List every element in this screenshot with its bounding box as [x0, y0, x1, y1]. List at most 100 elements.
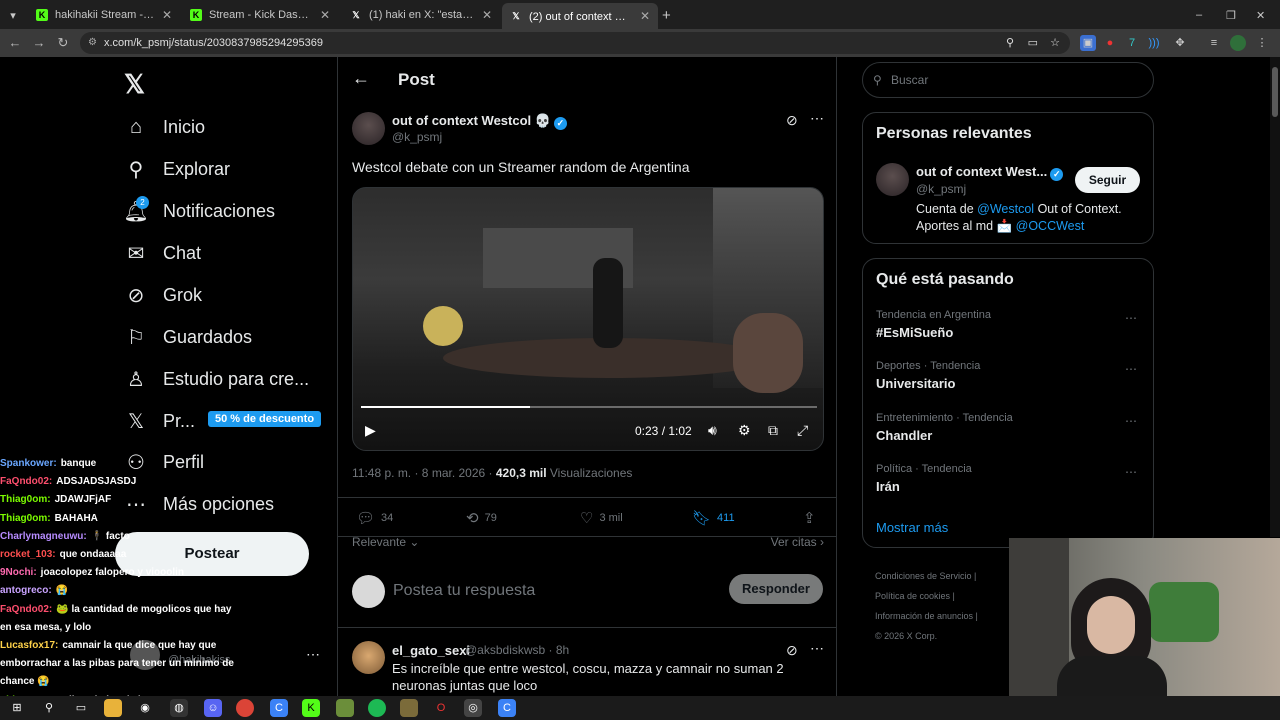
more-icon[interactable]: ⋯ [1125, 311, 1138, 325]
show-more-link[interactable]: Mostrar más [876, 520, 948, 535]
chat-username[interactable]: Lucasfox17: [0, 640, 58, 651]
extension-icon[interactable]: 7 [1124, 35, 1140, 51]
more-icon[interactable]: ⋯ [1125, 414, 1138, 428]
back-icon[interactable]: ← [6, 34, 24, 52]
footer-link[interactable]: Información de anuncios | [875, 606, 1010, 626]
avatar[interactable] [876, 163, 909, 196]
reply-submit-button[interactable]: Responder [729, 574, 823, 604]
app-icon[interactable]: C [270, 699, 288, 717]
spotify-icon[interactable] [368, 699, 386, 717]
bookmark-button[interactable]: 🔖︎ 411 [692, 509, 735, 527]
settings-gear-icon[interactable]: ⚙ [738, 422, 751, 439]
extension-icon[interactable]: ▣ [1080, 35, 1096, 51]
chat-username[interactable]: rocket_103: [0, 549, 56, 560]
repost-button[interactable]: ⟲ 79 [466, 509, 497, 527]
cast-icon[interactable]: ▭ [1028, 32, 1038, 54]
back-arrow-icon[interactable]: ← [352, 68, 370, 89]
trend-item[interactable]: Deportes · Tendencia Universitario ⋯ [876, 360, 1146, 404]
minimize-button[interactable]: – [1196, 4, 1212, 26]
browser-tab-4-active[interactable]: 𝕏 (2) out of context Westcol 💀 e ✕ [502, 3, 658, 29]
maximize-button[interactable]: ❐ [1226, 4, 1242, 26]
tab-search-button[interactable]: ▾ [4, 4, 22, 26]
author-name[interactable]: out of context Westcol 💀 ✓ [392, 113, 567, 130]
task-view-icon[interactable]: ▭ [72, 699, 90, 717]
nav-item-premium[interactable]: 𝕏 Pr... [124, 401, 195, 441]
extensions-puzzle-icon[interactable]: ✥ [1172, 35, 1188, 51]
footer-link[interactable]: Política de cookies | [875, 586, 1010, 606]
profile-avatar-icon[interactable] [1230, 35, 1246, 51]
more-icon[interactable]: ⋯ [1125, 465, 1138, 479]
author-handle[interactable]: @k_psmj [392, 130, 442, 144]
sort-dropdown[interactable]: Relevante ⌄ [352, 535, 419, 549]
forward-icon[interactable]: → [30, 34, 48, 52]
video-progress-bar[interactable] [361, 406, 817, 408]
reading-list-icon[interactable]: ≡ [1206, 35, 1222, 51]
minecraft-icon[interactable] [336, 699, 354, 717]
site-info-icon[interactable]: ⚙ [88, 32, 97, 54]
obs-icon[interactable]: ◍ [170, 699, 188, 717]
discord-icon[interactable]: ☺ [204, 699, 222, 717]
volume-icon[interactable]: 🔊︎ [708, 422, 717, 439]
trend-item[interactable]: Política · Tendencia Irán ⋯ [876, 463, 1146, 507]
reply-input[interactable]: Postea tu respuesta [393, 582, 535, 600]
video-player[interactable]: ▶ 0:23 / 1:02 🔊︎ ⚙ ⧉ ⤢ [352, 187, 824, 451]
chat-username[interactable]: Thiag0om: [0, 494, 51, 505]
more-icon[interactable]: ⋯ [810, 640, 825, 657]
file-explorer-icon[interactable] [104, 699, 122, 717]
opera-icon[interactable]: O [432, 699, 450, 717]
reply-button[interactable]: 💬︎ 34 [356, 509, 393, 527]
play-icon[interactable]: ▶ [365, 422, 376, 439]
nav-item-bookmarks[interactable]: ⚐ Guardados [124, 317, 252, 357]
bio-mention-link[interactable]: @OCCWest [1016, 219, 1085, 233]
browser-tab-3[interactable]: 𝕏 (1) haki en X: "esta lleno d strea ✕ [342, 4, 500, 26]
grok-icon[interactable]: ⊘ [786, 642, 798, 659]
trend-item[interactable]: Tendencia en Argentina #EsMiSueño ⋯ [876, 309, 1146, 353]
close-tab-icon[interactable]: ✕ [482, 8, 492, 22]
scrollbar-thumb[interactable] [1272, 67, 1278, 117]
chat-username[interactable]: 9Nochi: [0, 567, 37, 578]
fullscreen-icon[interactable]: ⤢ [797, 422, 808, 439]
browser-tab-2[interactable]: K Stream - Kick Dashboard ✕ [182, 4, 338, 26]
nav-item-home[interactable]: ⌂ Inicio [124, 107, 205, 147]
view-quotes-link[interactable]: Ver citas › [771, 535, 824, 549]
nav-item-chat[interactable]: ✉ Chat [124, 233, 201, 273]
app-icon[interactable]: C [498, 699, 516, 717]
more-icon[interactable]: ⋯ [1125, 362, 1138, 376]
nav-item-creator-studio[interactable]: ♙ Estudio para cre... [124, 359, 309, 399]
search-icon[interactable]: ⚲ [40, 699, 58, 717]
trend-item[interactable]: Entretenimiento · Tendencia Chandler ⋯ [876, 412, 1146, 456]
close-tab-icon[interactable]: ✕ [162, 8, 172, 22]
kick-icon[interactable]: K [302, 699, 320, 717]
zoom-icon[interactable]: ⚲ [1006, 32, 1014, 54]
picture-in-picture-icon[interactable]: ⧉ [768, 422, 778, 439]
follow-button[interactable]: Seguir [1075, 167, 1140, 193]
reply-item[interactable]: el_gato_sexi @aksbdiskwsb · 8h ⊘ ⋯ Es in… [338, 632, 836, 697]
chat-username[interactable]: FaQndo02: [0, 604, 52, 615]
menu-icon[interactable]: ⋮ [1254, 35, 1270, 51]
steam-icon[interactable]: ◉ [136, 699, 154, 717]
bio-mention-link[interactable]: @Westcol [977, 202, 1034, 216]
like-button[interactable]: ♡ 3 mil [580, 509, 623, 527]
browser-tab-1[interactable]: K hakihakii Stream - Watch Live o ✕ [28, 4, 180, 26]
start-icon[interactable]: ⊞ [8, 699, 26, 717]
reload-icon[interactable]: ↻ [54, 34, 72, 52]
more-icon[interactable]: ⋯ [810, 110, 825, 127]
x-logo-icon[interactable]: 𝕏 [124, 69, 145, 100]
share-button[interactable]: ⇪ [803, 509, 822, 527]
chat-username[interactable]: Thiag0om: [0, 513, 51, 524]
app-icon[interactable] [400, 699, 418, 717]
extension-icon[interactable]: ))) [1146, 35, 1162, 51]
address-bar[interactable]: ⚙ x.com/k_psmj/status/203083798529429536… [80, 32, 1070, 54]
chrome-icon[interactable] [236, 699, 254, 717]
author-avatar[interactable] [352, 112, 385, 145]
search-input[interactable]: ⚲ Buscar [862, 62, 1154, 98]
close-tab-icon[interactable]: ✕ [320, 8, 330, 22]
new-tab-button[interactable]: + [662, 4, 680, 26]
post-timestamp[interactable]: 11:48 p. m. · 8 mar. 2026 · [352, 466, 496, 480]
nav-item-explore[interactable]: ⚲ Explorar [124, 149, 230, 189]
chat-username[interactable]: Spankower: [0, 458, 57, 469]
reply-author-name[interactable]: el_gato_sexi [392, 643, 470, 658]
close-window-button[interactable]: ✕ [1256, 4, 1272, 26]
close-tab-icon[interactable]: ✕ [640, 9, 650, 23]
scrollbar[interactable] [1270, 57, 1280, 537]
